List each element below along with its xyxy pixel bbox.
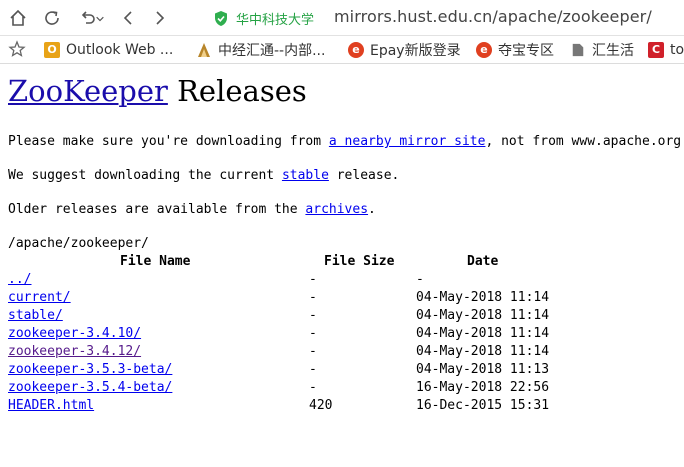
- file-date: 04-May-2018 11:14: [416, 344, 550, 359]
- file-link[interactable]: zookeeper-3.5.4-beta/: [8, 380, 172, 395]
- back-icon[interactable]: [116, 6, 140, 30]
- table-row: zookeeper-3.4.12/ - 04-May-2018 11:14: [8, 344, 608, 362]
- table-row: ../ - -: [8, 272, 608, 290]
- file-link[interactable]: zookeeper-3.5.3-beta/: [8, 362, 172, 377]
- bookmark-huishenghuo[interactable]: 汇生活: [570, 39, 634, 60]
- nearby-mirror-link[interactable]: a nearby mirror site: [329, 134, 486, 149]
- stable-notice: We suggest downloading the current stabl…: [8, 168, 399, 183]
- site-name-label[interactable]: 华中科技大学: [236, 9, 314, 28]
- stable-notice-text: We suggest downloading the current: [8, 168, 282, 183]
- file-date: 04-May-2018 11:14: [416, 290, 550, 305]
- bookmark-c[interactable]: C to: [648, 39, 684, 60]
- archives-notice-text-end: .: [368, 202, 376, 217]
- column-header-date: Date: [467, 254, 499, 269]
- table-row: current/ - 04-May-2018 11:14: [8, 290, 608, 308]
- bookmark-label: 汇生活: [592, 42, 634, 59]
- bookmark-zhongjing[interactable]: 中经汇通--内部...: [196, 39, 325, 60]
- file-date: 04-May-2018 11:14: [416, 326, 550, 341]
- address-bar[interactable]: mirrors.hust.edu.cn/apache/zookeeper/: [334, 7, 652, 26]
- bookmark-label: Outlook Web ...: [66, 41, 174, 58]
- bookmarks-bar: O Outlook Web ... 中经汇通--内部... e Epay新版登录…: [0, 36, 684, 64]
- page-title-rest: Releases: [167, 74, 307, 108]
- file-size: -: [309, 326, 317, 341]
- table-row: zookeeper-3.5.4-beta/ - 16-May-2018 22:56: [8, 380, 608, 398]
- file-size: -: [309, 290, 317, 305]
- chevron-down-icon[interactable]: [94, 6, 106, 30]
- file-link[interactable]: zookeeper-3.4.10/: [8, 326, 141, 341]
- file-date: 04-May-2018 11:14: [416, 308, 550, 323]
- listing-path: /apache/zookeeper/: [8, 236, 149, 251]
- page-title: ZooKeeper Releases: [8, 74, 307, 108]
- zhongjing-icon: [196, 42, 212, 58]
- table-row: zookeeper-3.5.3-beta/ - 04-May-2018 11:13: [8, 362, 608, 380]
- table-row: zookeeper-3.4.10/ - 04-May-2018 11:14: [8, 326, 608, 344]
- browser-toolbar: 华中科技大学 mirrors.hust.edu.cn/apache/zookee…: [0, 0, 684, 36]
- home-icon[interactable]: [6, 6, 30, 30]
- bookmark-epay[interactable]: e Epay新版登录: [348, 39, 461, 60]
- archives-notice: Older releases are available from the ar…: [8, 202, 376, 217]
- archives-notice-text: Older releases are available from the: [8, 202, 306, 217]
- file-link[interactable]: ../: [8, 272, 31, 287]
- document-icon: [570, 42, 586, 58]
- security-shield-icon[interactable]: [213, 10, 229, 27]
- file-date: 04-May-2018 11:13: [416, 362, 550, 377]
- file-size: -: [309, 344, 317, 359]
- file-size: -: [309, 362, 317, 377]
- stable-link[interactable]: stable: [282, 168, 329, 183]
- column-header-file-name: File Name: [120, 254, 191, 269]
- bookmark-label: 中经汇通--内部...: [218, 42, 326, 59]
- bookmark-duobao[interactable]: e 夺宝专区: [476, 39, 554, 60]
- file-link[interactable]: zookeeper-3.4.12/: [8, 344, 141, 359]
- mirror-notice-text: Please make sure you're downloading from: [8, 134, 329, 149]
- file-size: -: [309, 380, 317, 395]
- mirror-notice-text-end: , not from www.apache.org.: [485, 134, 684, 149]
- table-row: stable/ - 04-May-2018 11:14: [8, 308, 608, 326]
- file-size: -: [309, 272, 317, 287]
- archives-link[interactable]: archives: [305, 202, 368, 217]
- file-size: 420: [309, 398, 333, 413]
- file-size: -: [309, 308, 317, 323]
- bookmark-label: 夺宝专区: [498, 42, 554, 59]
- file-link[interactable]: HEADER.html: [8, 398, 94, 413]
- zookeeper-title-link[interactable]: ZooKeeper: [8, 74, 168, 108]
- file-date: -: [416, 272, 424, 287]
- epay-icon: e: [348, 41, 364, 58]
- file-date: 16-May-2018 22:56: [416, 380, 550, 395]
- file-link[interactable]: current/: [8, 290, 71, 305]
- forward-icon[interactable]: [148, 6, 172, 30]
- stable-notice-text-end: release.: [328, 168, 400, 183]
- table-row: HEADER.html 420 16-Dec-2015 15:31: [8, 398, 608, 416]
- column-header-file-size: File Size: [324, 254, 395, 269]
- mirror-notice: Please make sure you're downloading from…: [8, 134, 684, 149]
- reload-icon[interactable]: [40, 6, 64, 30]
- bookmark-label: to: [670, 41, 684, 58]
- duobao-icon: e: [476, 41, 492, 58]
- bookmark-outlook[interactable]: O Outlook Web ...: [44, 39, 173, 60]
- c-icon: C: [648, 41, 664, 58]
- file-link[interactable]: stable/: [8, 308, 63, 323]
- bookmark-label: Epay新版登录: [370, 42, 461, 59]
- outlook-icon: O: [44, 41, 60, 58]
- file-date: 16-Dec-2015 15:31: [416, 398, 550, 413]
- star-icon[interactable]: [8, 40, 26, 58]
